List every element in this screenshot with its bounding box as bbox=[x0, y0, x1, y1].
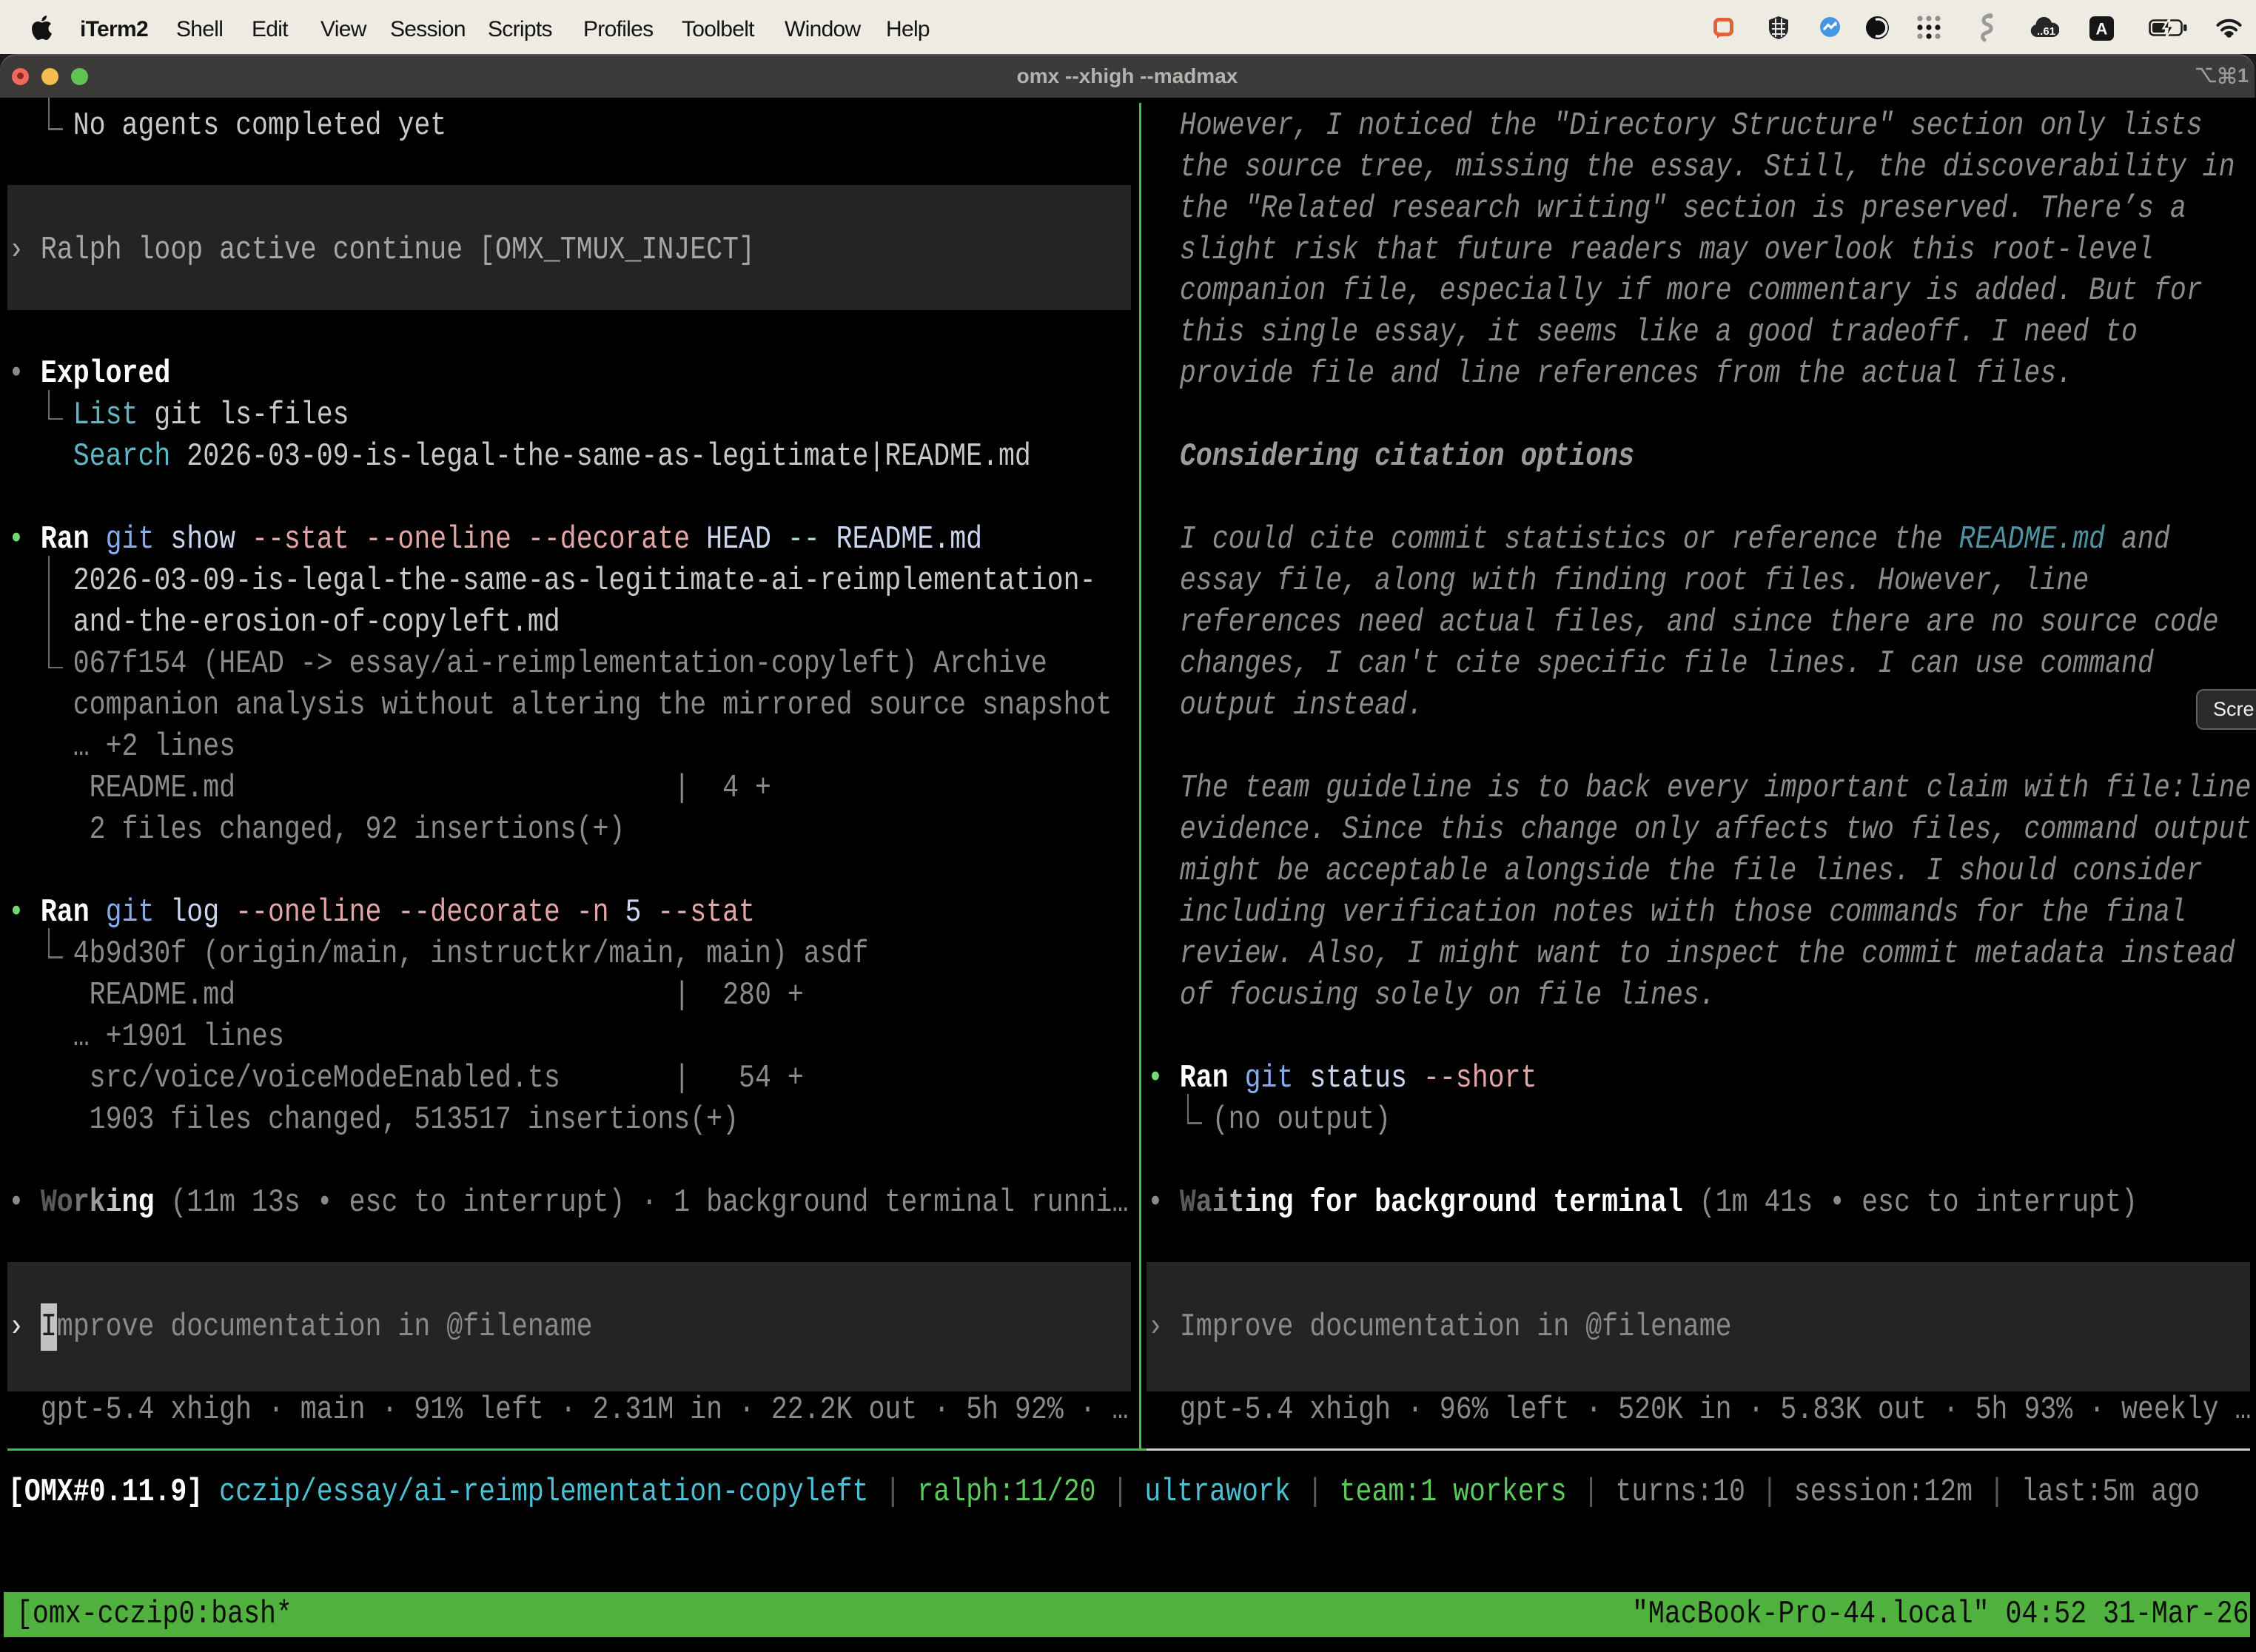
svg-text:..61: ..61 bbox=[2037, 25, 2055, 38]
svg-text:A: A bbox=[2096, 20, 2108, 38]
